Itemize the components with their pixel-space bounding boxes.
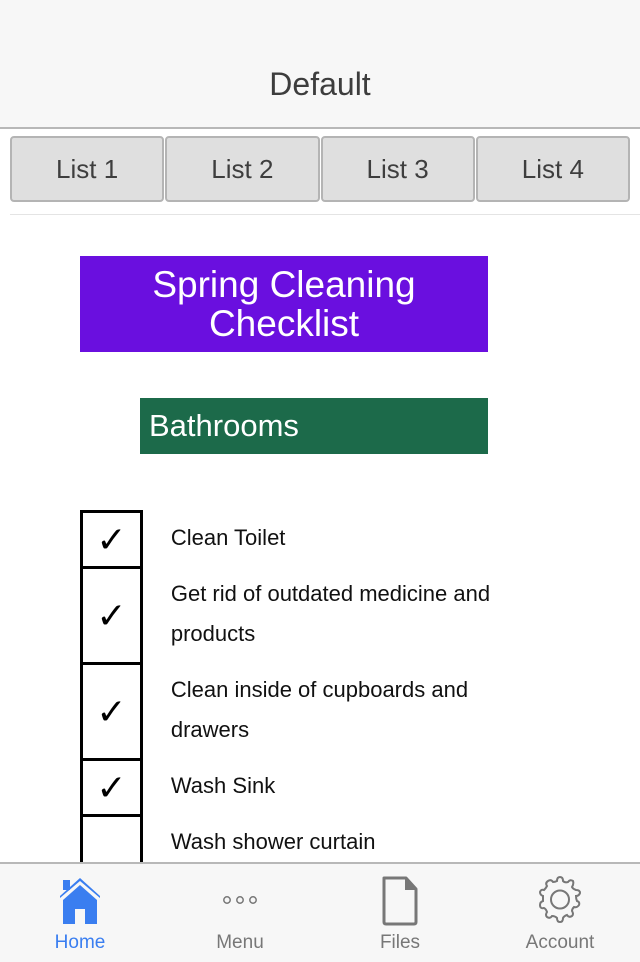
tabbar-label: Home xyxy=(54,932,106,953)
tabbar-label: Menu xyxy=(216,932,264,953)
page-title: Default xyxy=(269,66,371,102)
checkbox[interactable] xyxy=(80,814,143,862)
checklist-item: ✓ Clean Toilet xyxy=(80,510,500,566)
checklist-item-label: Wash Sink xyxy=(170,773,276,798)
file-icon xyxy=(382,876,418,926)
gear-icon xyxy=(538,875,582,924)
tabbar-item-files[interactable]: Files xyxy=(320,864,480,962)
checklist-title-line-2: Checklist xyxy=(208,303,360,344)
tabbar-label: Files xyxy=(379,932,421,953)
checkmark-icon: ✓ xyxy=(96,690,127,732)
checklist-item-label: Clean Toilet xyxy=(170,525,286,550)
home-icon xyxy=(60,878,100,924)
navigation-bar: Default xyxy=(0,0,640,129)
tabbar-label: Account xyxy=(525,932,595,953)
checkbox[interactable]: ✓ xyxy=(80,758,143,814)
bottom-tab-bar: Home Menu Files Account xyxy=(0,862,640,962)
checklist-item: Wash shower curtain xyxy=(80,814,500,862)
tab-list-2[interactable]: List 2 xyxy=(165,136,320,202)
section-header-bathrooms: Bathrooms xyxy=(140,398,488,454)
more-dots-icon xyxy=(223,896,257,904)
checkbox[interactable]: ✓ xyxy=(80,566,143,662)
tab-list-4[interactable]: List 4 xyxy=(475,136,630,202)
tabbar-item-account[interactable]: Account xyxy=(480,864,640,962)
checklist-item: ✓ Clean inside of cupboards and drawers xyxy=(80,662,500,758)
checklist-title-line-1: Spring Cleaning xyxy=(152,264,416,305)
content-scroll-area[interactable]: Spring Cleaning Checklist Bathrooms ✓ Cl… xyxy=(0,216,640,862)
checklist-item-label: Get rid of outdated medicine and product… xyxy=(170,581,491,646)
tabbar-item-home[interactable]: Home xyxy=(0,864,160,962)
checklist-item-label: Wash shower curtain xyxy=(170,829,376,854)
checkbox[interactable]: ✓ xyxy=(80,510,143,566)
tab-list-3[interactable]: List 3 xyxy=(320,136,475,202)
checklist-item-label: Clean inside of cupboards and drawers xyxy=(170,677,469,742)
divider xyxy=(10,214,640,215)
checklist-item: ✓ Get rid of outdated medicine and produ… xyxy=(80,566,500,662)
list-tabs: List 1 List 2 List 3 List 4 xyxy=(10,136,631,204)
tab-list-1[interactable]: List 1 xyxy=(10,136,165,202)
tabbar-item-menu[interactable]: Menu xyxy=(160,864,320,962)
checkmark-icon: ✓ xyxy=(96,766,127,808)
checkbox[interactable]: ✓ xyxy=(80,662,143,758)
checklist-title-banner: Spring Cleaning Checklist xyxy=(80,256,488,352)
checkmark-icon: ✓ xyxy=(96,518,127,560)
checklist-item: ✓ Wash Sink xyxy=(80,758,500,814)
checklist: ✓ Clean Toilet ✓ Get rid of outdated med… xyxy=(80,510,500,862)
checkmark-icon: ✓ xyxy=(96,594,127,636)
